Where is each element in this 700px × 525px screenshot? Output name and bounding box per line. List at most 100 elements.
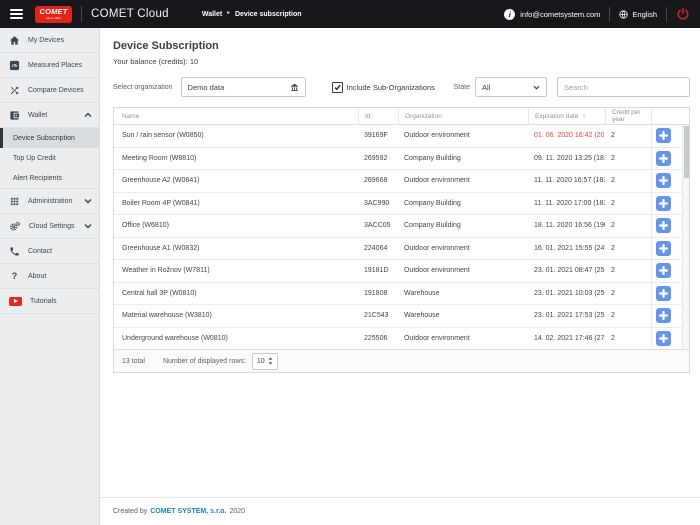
sidebar-item-top-up-credit[interactable]: Top Up Credit <box>0 148 99 168</box>
column-header-credit[interactable]: Credit per year <box>605 108 651 124</box>
rows-per-page-select[interactable]: 10 <box>252 353 278 370</box>
cell-credit-per-year: 2 <box>605 305 651 327</box>
company-link[interactable]: COMET SYSTEM, s.r.o. <box>150 508 226 515</box>
sidebar-item-label: Tutorials <box>30 298 57 305</box>
cell-name: Underground warehouse (W0810) <box>114 328 358 350</box>
sidebar-item-label: My Devices <box>28 37 64 44</box>
breadcrumb-section[interactable]: Wallet <box>202 11 222 18</box>
cell-organization: Outdoor environment <box>398 260 528 282</box>
table-row: Sun / rain sensor (W0850) 39169F Outdoor… <box>114 125 689 148</box>
menu-icon[interactable] <box>10 7 23 21</box>
cell-name: Greenhouse A2 (W0841) <box>114 170 358 192</box>
breadcrumb-page: Device subscription <box>235 11 302 18</box>
column-header-expiration[interactable]: Expiration date ↑ <box>528 108 605 124</box>
wallet-submenu: Device Subscription Top Up Credit Alert … <box>0 128 99 189</box>
plus-icon <box>659 289 668 298</box>
add-subscription-button[interactable] <box>656 151 671 166</box>
add-subscription-button[interactable] <box>656 196 671 211</box>
sidebar-item-tutorials[interactable]: Tutorials <box>0 289 99 314</box>
logo-text: COMET <box>39 8 67 16</box>
add-subscription-button[interactable] <box>656 286 671 301</box>
cell-name: Greenhouse A1 (W0832) <box>114 238 358 260</box>
sidebar-item-label: Compare Devices <box>28 87 84 94</box>
cell-name: Meeting Room (W8810) <box>114 148 358 170</box>
add-subscription-button[interactable] <box>656 308 671 323</box>
sidebar-item-device-subscription[interactable]: Device Subscription <box>0 128 99 148</box>
chevron-up-icon <box>84 112 92 118</box>
sidebar-item-about[interactable]: ? About <box>0 264 99 289</box>
sidebar-item-cloud-settings[interactable]: Cloud Settings <box>0 214 99 239</box>
sidebar-subitem-label: Alert Recipients <box>13 175 62 182</box>
gears-icon <box>9 221 21 232</box>
sidebar: My Devices Measured Places Compare Devic… <box>0 28 100 525</box>
state-value: All <box>482 83 490 92</box>
add-subscription-button[interactable] <box>656 241 671 256</box>
sidebar-item-wallet[interactable]: Wallet <box>0 103 99 128</box>
home-icon <box>9 35 20 46</box>
column-header-id[interactable]: Id <box>358 108 398 124</box>
check-icon <box>334 84 341 91</box>
cell-id: 269668 <box>358 170 398 192</box>
cell-id: 39169F <box>358 125 398 147</box>
comet-logo[interactable]: COMET since 1991 <box>35 6 72 23</box>
main-content: Device Subscription Your balance (credit… <box>100 28 700 525</box>
sidebar-item-measured-places[interactable]: Measured Places <box>0 53 99 78</box>
add-subscription-button[interactable] <box>656 331 671 346</box>
plus-icon <box>659 131 668 140</box>
breadcrumb: Wallet ▸ Device subscription <box>202 11 302 18</box>
add-subscription-button[interactable] <box>656 173 671 188</box>
cell-expiration-date: 09. 11. 2020 13:25 (181 days) <box>528 148 605 170</box>
language-label: English <box>632 10 657 19</box>
contact-email[interactable]: i info@cometsystem.com <box>504 9 600 20</box>
sidebar-item-label: Contact <box>28 248 52 255</box>
cell-organization: Outdoor environment <box>398 328 528 350</box>
table-row: Central hall 3P (W0810) 191808 Warehouse… <box>114 283 689 306</box>
organization-select[interactable]: Demo data <box>181 77 306 97</box>
globe-icon <box>619 10 628 19</box>
cell-organization: Company Building <box>398 193 528 215</box>
column-header-name[interactable]: Name <box>114 108 358 124</box>
wallet-icon <box>9 110 20 121</box>
scrollbar-thumb[interactable] <box>684 126 689 178</box>
sidebar-item-administration[interactable]: Administration <box>0 189 99 214</box>
cell-expiration-date: 23. 01. 2021 17:53 (256 days) <box>528 305 605 327</box>
table-row: Greenhouse A1 (W0832) 224064 Outdoor env… <box>114 238 689 261</box>
footer-created-by: Created by <box>113 508 147 515</box>
include-suborg-label: Include Sub-Organizations <box>347 83 435 92</box>
page-title: Device Subscription <box>113 40 690 52</box>
cell-id: 191808 <box>358 283 398 305</box>
cell-organization: Outdoor environment <box>398 238 528 260</box>
add-subscription-button[interactable] <box>656 218 671 233</box>
language-selector[interactable]: English <box>619 10 657 19</box>
cell-id: 225506 <box>358 328 398 350</box>
sidebar-item-my-devices[interactable]: My Devices <box>0 28 99 53</box>
sidebar-subitem-label: Top Up Credit <box>13 155 56 162</box>
table-scrollbar[interactable] <box>682 125 689 349</box>
sidebar-item-compare-devices[interactable]: Compare Devices <box>0 78 99 103</box>
cell-expiration-date: 18. 11. 2020 16:56 (190 days) <box>528 215 605 237</box>
include-suborg-checkbox[interactable] <box>332 82 343 93</box>
question-icon: ? <box>9 271 20 281</box>
chevron-down-icon <box>84 223 92 229</box>
table-header: Name Id Organization Expiration date ↑ C… <box>114 108 689 125</box>
power-logout-icon[interactable] <box>676 7 690 21</box>
youtube-icon <box>9 297 22 306</box>
sidebar-item-contact[interactable]: Contact <box>0 239 99 264</box>
cell-id: 269592 <box>358 148 398 170</box>
search-input[interactable] <box>557 77 690 97</box>
gauge-icon <box>9 60 20 71</box>
organization-icon <box>290 83 299 92</box>
sidebar-subitem-label: Device Subscription <box>13 135 75 142</box>
sort-ascending-icon: ↑ <box>582 113 585 120</box>
include-suborg-option: Include Sub-Organizations <box>332 82 435 93</box>
sidebar-item-alert-recipients[interactable]: Alert Recipients <box>0 168 99 188</box>
column-header-organization[interactable]: Organization <box>398 108 528 124</box>
add-subscription-button[interactable] <box>656 128 671 143</box>
state-select[interactable]: All <box>475 77 547 97</box>
cell-name: Central hall 3P (W0810) <box>114 283 358 305</box>
cell-organization: Outdoor environment <box>398 170 528 192</box>
table-body: Sun / rain sensor (W0850) 39169F Outdoor… <box>114 125 689 349</box>
add-subscription-button[interactable] <box>656 263 671 278</box>
cell-organization: Warehouse <box>398 283 528 305</box>
cell-organization: Outdoor environment <box>398 125 528 147</box>
